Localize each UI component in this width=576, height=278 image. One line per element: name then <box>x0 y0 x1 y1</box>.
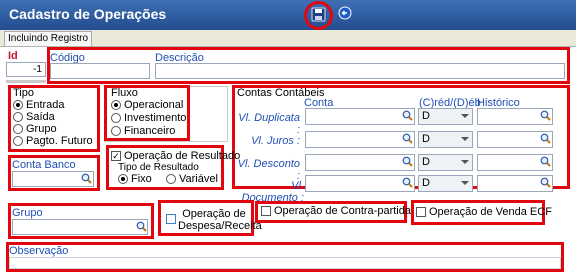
search-icon <box>402 177 413 188</box>
grupo-field[interactable] <box>12 219 148 235</box>
conta-documento-field[interactable] <box>305 175 415 192</box>
checkbox-icon <box>416 207 426 218</box>
radio-icon <box>13 124 23 135</box>
cd-duplicata-select[interactable]: D <box>418 108 473 125</box>
conta-banco-label: Conta Banco <box>12 159 76 171</box>
row-label-juros: Vl. Juros : <box>251 135 300 147</box>
chevron-down-icon <box>461 137 469 141</box>
back-button[interactable] <box>338 6 352 20</box>
search-icon <box>540 156 551 167</box>
search-icon <box>81 173 92 184</box>
radio-selected-icon <box>13 100 23 111</box>
observacao-label: Observação <box>9 245 69 257</box>
radio-icon <box>13 136 23 147</box>
resultado-option-variavel[interactable]: Variável <box>166 173 218 185</box>
fluxo-option-investimento[interactable]: Investimento <box>111 112 186 124</box>
tipo-option-saida[interactable]: Saída <box>13 111 55 123</box>
fluxo-option-financeiro[interactable]: Financeiro <box>111 125 175 137</box>
conta-banco-search-button[interactable] <box>81 173 92 187</box>
chevron-down-icon <box>461 160 469 164</box>
radio-selected-icon <box>118 174 128 185</box>
conta-duplicata-search-button[interactable] <box>402 110 413 124</box>
fluxo-label: Fluxo <box>111 87 138 99</box>
radio-icon <box>111 113 121 124</box>
row-label-desconto: Vl. Desconto : <box>237 158 300 182</box>
cd-desconto-select[interactable]: D <box>418 154 473 171</box>
radio-selected-icon <box>111 100 121 111</box>
conta-desconto-search-button[interactable] <box>402 156 413 170</box>
search-icon <box>540 110 551 121</box>
tipo-label: Tipo <box>13 87 34 99</box>
chevron-down-icon <box>461 114 469 118</box>
operacao-resultado-checkbox[interactable]: ✓ Operação de Resultado <box>111 150 240 162</box>
historico-juros-search-button[interactable] <box>540 133 551 147</box>
id-value: -1 <box>33 64 42 75</box>
checkbox-icon <box>261 206 271 217</box>
window-title: Cadastro de Operações <box>9 6 167 22</box>
resultado-option-fixo[interactable]: Fixo <box>118 173 152 185</box>
checkbox-icon <box>166 214 176 224</box>
historico-documento-search-button[interactable] <box>540 177 551 191</box>
codigo-field[interactable] <box>50 63 150 79</box>
save-button[interactable] <box>311 7 326 22</box>
radio-icon <box>13 112 23 123</box>
cd-juros-select[interactable]: D <box>418 131 473 148</box>
radio-icon <box>111 126 121 137</box>
historico-duplicata-search-button[interactable] <box>540 110 551 124</box>
grupo-label: Grupo <box>12 207 43 219</box>
search-icon <box>136 221 147 232</box>
historico-desconto-search-button[interactable] <box>540 156 551 170</box>
fluxo-option-operacional[interactable]: Operacional <box>111 99 183 111</box>
id-field[interactable]: -1 <box>6 62 46 77</box>
conta-desconto-field[interactable] <box>305 154 415 171</box>
radio-icon <box>166 174 176 185</box>
search-icon <box>402 156 413 167</box>
contra-partida-checkbox[interactable]: Operação de Contra-partida <box>261 205 411 217</box>
grupo-search-button[interactable] <box>136 221 147 235</box>
observacao-field[interactable] <box>9 257 561 269</box>
conta-juros-search-button[interactable] <box>402 133 413 147</box>
conta-juros-field[interactable] <box>305 131 415 148</box>
conta-duplicata-field[interactable] <box>305 108 415 125</box>
tab-incluindo-registro[interactable]: Incluindo Registro <box>4 31 93 46</box>
search-icon <box>402 110 413 121</box>
tipo-option-pagto-futuro[interactable]: Pagto. Futuro <box>13 135 93 147</box>
search-icon <box>540 133 551 144</box>
id-divider <box>6 80 46 83</box>
venda-ecf-checkbox[interactable]: Operação de Venda ECF <box>416 206 552 218</box>
tipo-option-grupo[interactable]: Grupo <box>13 123 57 135</box>
checkmark-icon: ✓ <box>111 151 121 162</box>
despesa-receita-checkbox[interactable]: Operação de Despesa/Receita <box>166 207 262 233</box>
conta-documento-search-button[interactable] <box>402 177 413 191</box>
id-label: Id <box>8 50 18 62</box>
cd-documento-select[interactable]: D <box>418 175 473 192</box>
tipo-option-entrada[interactable]: Entrada <box>13 99 65 111</box>
row-label-duplicata: Vl. Duplicata : <box>238 112 300 136</box>
search-icon <box>540 177 551 188</box>
chevron-down-icon <box>461 181 469 185</box>
descricao-field[interactable] <box>155 63 565 79</box>
tipo-resultado-label: Tipo de Resultado <box>118 162 199 173</box>
search-icon <box>402 133 413 144</box>
back-icon <box>338 6 352 20</box>
save-icon <box>311 7 326 22</box>
